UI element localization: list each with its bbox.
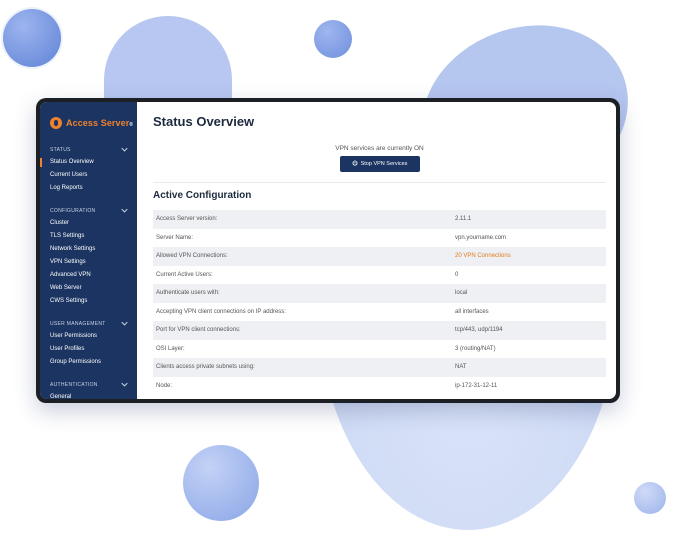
sidebar-section: STATUS Status Overview Current Users Log Re… [40, 144, 137, 195]
sidebar-section-header[interactable]: CONFIGURATION [40, 205, 137, 217]
config-value: 0 [455, 271, 459, 278]
config-value: tcp/443, udp/1194 [455, 327, 503, 334]
config-key: Allowed VPN Connections: [156, 253, 228, 260]
power-icon [352, 160, 358, 168]
config-row: Accepting VPN client connections on IP a… [153, 303, 606, 322]
config-value: all interfaces [455, 308, 489, 315]
config-value: ip-172-31-12-11 [455, 382, 498, 389]
config-value[interactable]: 20 VPN Connections [455, 253, 606, 259]
config-value: vpn.yourname.com [455, 234, 507, 241]
config-key: Authenticate users with: [156, 290, 220, 297]
app-window: Access Server® STATUS Status Overview Curr… [36, 98, 620, 403]
divider [153, 182, 606, 183]
page-title: Status Overview [153, 114, 255, 129]
config-row: Allowed VPN Connections: 20 VPN Connectio… [153, 247, 606, 266]
sidebar-item[interactable]: CWS Settings [40, 295, 137, 308]
config-key: OSI Layer: [156, 345, 185, 352]
section-title: Active Configuration [153, 190, 252, 201]
sidebar-nav: STATUS Status Overview Current Users Log Re… [40, 144, 137, 399]
sidebar-section: CONFIGURATION Cluster TLS Settings Network … [40, 205, 137, 308]
sidebar-item[interactable]: Log Reports [40, 182, 137, 195]
app-screen: Access Server® STATUS Status Overview Curr… [40, 102, 616, 399]
vpn-status-message: VPN services are currently ON [335, 145, 424, 152]
config-key: Node: [156, 382, 173, 389]
sidebar: Access Server® STATUS Status Overview Curr… [40, 102, 137, 399]
sidebar-item[interactable]: TLS Settings [40, 230, 137, 243]
config-row: Current Active Users: 0 [153, 266, 606, 285]
sidebar-section-title: STATUS [50, 147, 71, 153]
config-value: 3 (routing/NAT) [455, 345, 496, 352]
sidebar-item[interactable]: Current Users [40, 169, 137, 182]
logo-text: Access Server [66, 118, 130, 128]
logo[interactable]: Access Server® [40, 102, 137, 134]
config-table: Access Server version: 2.11.1 Server Name:… [153, 210, 606, 395]
sidebar-section: AUTHENTICATION General [40, 379, 137, 399]
config-value: local [455, 290, 468, 297]
config-row: Server Name: vpn.yourname.com [153, 229, 606, 248]
chevron-down-icon[interactable] [121, 382, 128, 389]
config-value: NAT [455, 364, 467, 371]
sidebar-item[interactable]: Status Overview [40, 156, 137, 169]
config-row: Port for VPN client connections: tcp/443,… [153, 321, 606, 340]
config-row: Node: ip-172-31-12-11 [153, 377, 606, 396]
config-key: Accepting VPN client connections on IP a… [156, 308, 286, 315]
sidebar-item[interactable]: VPN Settings [40, 256, 137, 269]
config-row: Access Server version: 2.11.1 [153, 210, 606, 229]
config-key: Port for VPN client connections: [156, 327, 241, 334]
sidebar-section-title: CONFIGURATION [50, 208, 96, 214]
sidebar-section-title: AUTHENTICATION [50, 382, 98, 388]
sidebar-section-header[interactable]: USER MANAGEMENT [40, 318, 137, 330]
stop-vpn-services-button[interactable]: Stop VPN Services [339, 156, 420, 172]
sidebar-section: USER MANAGEMENT User Permissions User Prof… [40, 318, 137, 369]
sidebar-item[interactable]: General [40, 391, 137, 399]
decorative-circle [314, 20, 352, 58]
sidebar-item[interactable]: Cluster [40, 217, 137, 230]
decorative-circle [183, 445, 259, 521]
chevron-down-icon[interactable] [121, 321, 128, 328]
chevron-down-icon[interactable] [121, 147, 128, 154]
config-key: Access Server version: [156, 216, 218, 223]
logo-symbol: ® [129, 122, 134, 128]
sidebar-section-header[interactable]: AUTHENTICATION [40, 379, 137, 391]
stop-vpn-services-label: Stop VPN Services [360, 161, 408, 167]
sidebar-item[interactable]: Group Permissions [40, 356, 137, 369]
sidebar-item[interactable]: Web Server [40, 282, 137, 295]
sidebar-item[interactable]: User Permissions [40, 330, 137, 343]
decorative-circle [634, 482, 666, 514]
config-key: Server Name: [156, 234, 194, 241]
sidebar-section-header[interactable]: STATUS [40, 144, 137, 156]
config-key: Current Active Users: [156, 271, 213, 278]
config-row: Clients access private subnets using: NAT [153, 358, 606, 377]
sidebar-item[interactable]: User Profiles [40, 343, 137, 356]
sidebar-section-title: USER MANAGEMENT [50, 321, 106, 327]
main-content: Status Overview VPN services are current… [137, 102, 616, 399]
chevron-down-icon[interactable] [121, 208, 128, 215]
config-row: Authenticate users with: local [153, 284, 606, 303]
openvpn-logo-icon [50, 117, 62, 129]
decorative-circle [3, 9, 61, 67]
config-value: 2.11.1 [455, 216, 472, 223]
config-key: Clients access private subnets using: [156, 364, 255, 371]
sidebar-item[interactable]: Network Settings [40, 243, 137, 256]
sidebar-item[interactable]: Advanced VPN [40, 269, 137, 282]
config-row: OSI Layer: 3 (routing/NAT) [153, 340, 606, 359]
